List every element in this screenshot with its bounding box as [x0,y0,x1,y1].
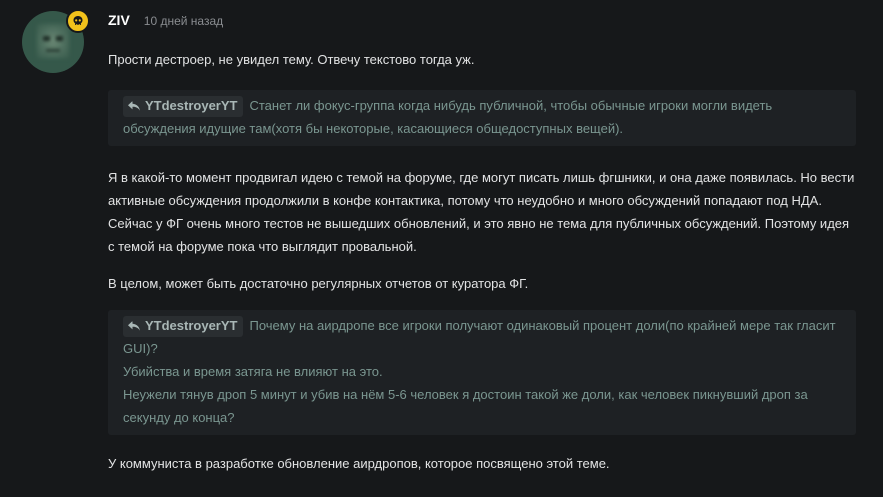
quote-block-1: YTdestroyerYT Станет ли фокус-группа ког… [108,90,856,146]
author-avatar-wrap[interactable] [22,9,90,73]
author-name[interactable]: ZIV [108,12,130,28]
avatar-eye-right [56,36,63,41]
post-paragraph-3: В целом, может быть достаточно регулярны… [108,276,529,291]
post-timestamp[interactable]: 10 дней назад [144,14,223,28]
avatar-eye-left [43,36,50,41]
post-paragraph-4: У коммуниста в разработке обновление аир… [108,456,610,471]
quote-block-2: YTdestroyerYT Почему на аирдропе все игр… [108,310,856,435]
reply-arrow-icon [127,98,141,117]
quote-line: YTdestroyerYT Почему на аирдропе все игр… [123,314,841,360]
quote-author-link[interactable]: YTdestroyerYT [123,96,244,117]
quote-author-name: YTdestroyerYT [145,98,238,113]
avatar-mouth [46,49,60,52]
skull-icon [66,9,90,33]
reply-arrow-icon [127,318,141,337]
post-paragraph-2: Я в какой-то момент продвигал идею с тем… [108,170,855,254]
avatar-face [37,24,69,58]
quote-author-link[interactable]: YTdestroyerYT [123,316,244,337]
quote-text-line-2: Убийства и время затяга не влияют на это… [123,364,383,379]
forum-post: ZIV 10 дней назад Прости дестроер, не ув… [0,0,883,497]
post-header: ZIV 10 дней назад [108,12,223,28]
quote-text-line-3: Неужели тянув дроп 5 минут и убив на нём… [123,387,808,425]
quote-author-name: YTdestroyerYT [145,318,238,333]
post-body: Прости дестроер, не увидел тему. Отвечу … [108,48,856,475]
post-paragraph-1: Прости дестроер, не увидел тему. Отвечу … [108,52,475,67]
